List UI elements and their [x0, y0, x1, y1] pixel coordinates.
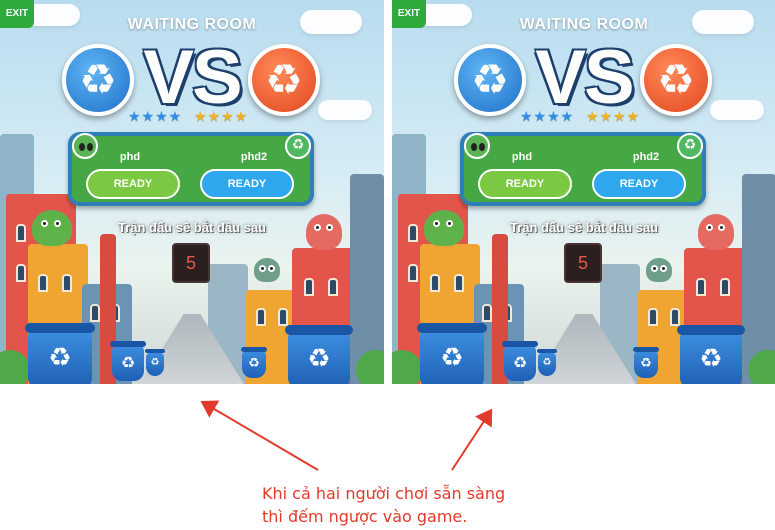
annotation-line-1: Khi cả hai người chơi sẵn sàng — [262, 484, 506, 503]
annotation-arrows — [200, 400, 493, 471]
arrow-to-screen-1 — [200, 400, 319, 471]
annotation-line-2: thì đếm ngược vào game. — [262, 507, 468, 526]
arrow-to-screen-2 — [451, 408, 493, 471]
comparison-figure: ♻ ♻ ♻ ♻ ♻ EXIT WAITING ROOM ♻ VS ♻ ★★★★ … — [0, 0, 775, 530]
annotation-caption: Khi cả hai người chơi sẵn sàng thì đếm n… — [262, 482, 602, 528]
